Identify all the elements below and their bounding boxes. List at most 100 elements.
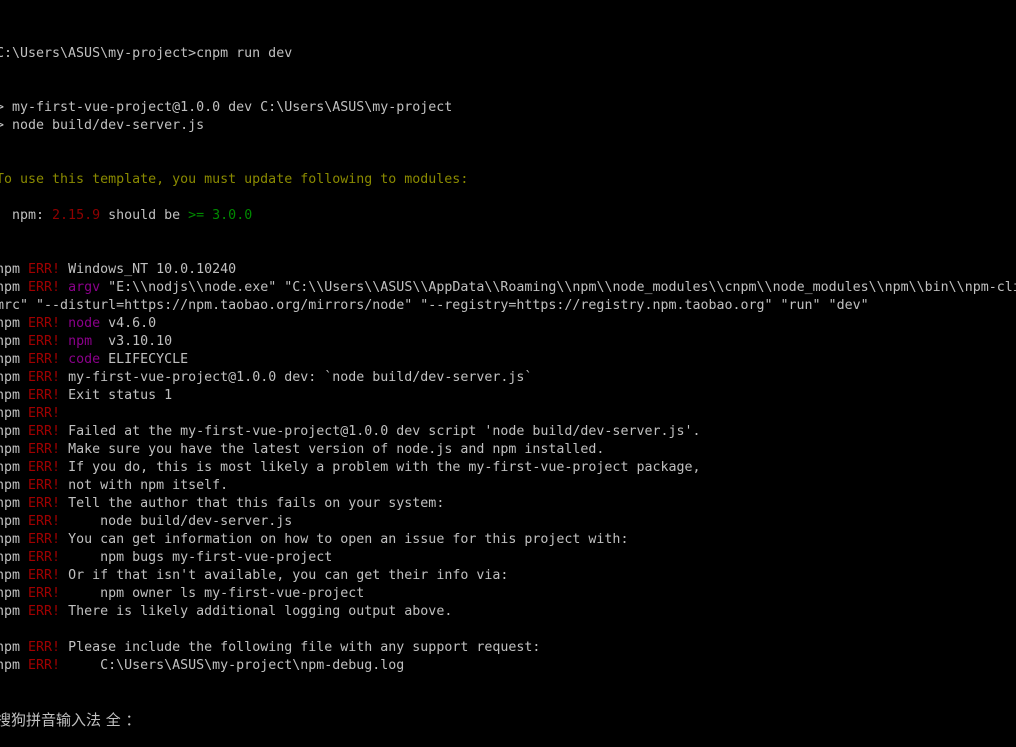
line-text: npm: [0, 586, 21, 601]
line-text: npm: [0, 316, 21, 331]
err-label: ERR!: [28, 370, 61, 385]
terminal-line: npm ERR! Make sure you have the latest v…: [0, 441, 1016, 459]
line-text: >= 3.0.0: [188, 208, 253, 223]
line-text: Exit status 1: [60, 388, 173, 403]
terminal-line: npm: 2.15.9 should be >= 3.0.0: [0, 207, 1016, 225]
line-text: node build/dev-server.js: [60, 514, 293, 529]
line-text: ELIFECYCLE: [100, 352, 189, 367]
terminal-line: mrc" "--disturl=https://npm.taobao.org/m…: [0, 297, 1016, 315]
err-label: ERR!: [28, 460, 61, 475]
line-text: Please include the following file with a…: [60, 640, 541, 655]
terminal-output[interactable]: C:\Users\ASUS\my-project>cnpm run dev > m…: [0, 9, 1016, 747]
line-text: npm: [0, 442, 21, 457]
terminal-line: npm ERR! There is likely additional logg…: [0, 603, 1016, 621]
line-text: npm: [0, 460, 21, 475]
line-text: npm:: [0, 208, 53, 223]
line-text: Or if that isn't available, you can get …: [60, 568, 509, 583]
terminal-line: npm ERR! You can get information on how …: [0, 531, 1016, 549]
terminal-line: npm ERR! npm owner ls my-first-vue-proje…: [0, 585, 1016, 603]
line-text: npm: [68, 334, 93, 349]
line-text: Make sure you have the latest version of…: [60, 442, 605, 457]
line-text: npm: [0, 334, 21, 349]
terminal-lines: C:\Users\ASUS\my-project>cnpm run dev > m…: [0, 45, 1016, 675]
terminal-line: npm ERR! node v4.6.0: [0, 315, 1016, 333]
terminal-line: npm ERR! Windows_NT 10.0.10240: [0, 261, 1016, 279]
line-text: mrc" "--disturl=https://npm.taobao.org/m…: [0, 298, 869, 313]
line-text: "E:\\nodjs\\node.exe" "C:\\Users\\ASUS\\…: [100, 280, 1016, 295]
terminal-line: npm ERR! code ELIFECYCLE: [0, 351, 1016, 369]
terminal-line: npm ERR! Tell the author that this fails…: [0, 495, 1016, 513]
terminal-line: npm ERR! npm bugs my-first-vue-project: [0, 549, 1016, 567]
terminal-line: npm ERR! Exit status 1: [0, 387, 1016, 405]
line-text: [60, 280, 68, 295]
err-label: ERR!: [28, 352, 61, 367]
err-label: ERR!: [28, 604, 61, 619]
line-text: npm: [0, 388, 21, 403]
err-label: ERR!: [28, 496, 61, 511]
terminal-line: npm ERR! C:\Users\ASUS\my-project\npm-de…: [0, 657, 1016, 675]
err-label: ERR!: [28, 586, 61, 601]
terminal-line: npm ERR!: [0, 405, 1016, 423]
line-text: [60, 334, 68, 349]
line-text: npm: [0, 370, 21, 385]
line-text: npm bugs my-first-vue-project: [60, 550, 333, 565]
err-label: ERR!: [28, 424, 61, 439]
line-text: npm: [0, 280, 21, 295]
line-text: npm: [0, 496, 21, 511]
line-text: npm: [0, 352, 21, 367]
terminal-line: npm ERR! node build/dev-server.js: [0, 513, 1016, 531]
line-text: [60, 352, 68, 367]
terminal-line: npm ERR! my-first-vue-project@1.0.0 dev:…: [0, 369, 1016, 387]
line-text: my-first-vue-project@1.0.0 dev: `node bu…: [60, 370, 533, 385]
line-text: npm: [0, 568, 21, 583]
terminal-line: > my-first-vue-project@1.0.0 dev C:\User…: [0, 99, 1016, 117]
line-text: code: [68, 352, 101, 367]
err-label: ERR!: [28, 550, 61, 565]
terminal-line: C:\Users\ASUS\my-project>cnpm run dev: [0, 45, 1016, 63]
err-label: ERR!: [28, 388, 61, 403]
line-text: > my-first-vue-project@1.0.0 dev C:\User…: [0, 100, 453, 115]
err-label: ERR!: [28, 532, 61, 547]
line-text: To use this template, you must update fo…: [0, 172, 469, 187]
line-text: There is likely additional logging outpu…: [60, 604, 453, 619]
line-text: argv: [68, 280, 101, 295]
terminal-line: npm ERR! Please include the following fi…: [0, 639, 1016, 657]
err-label: ERR!: [28, 262, 61, 277]
err-label: ERR!: [28, 316, 61, 331]
err-label: ERR!: [28, 406, 61, 421]
line-text: npm: [0, 514, 21, 529]
err-label: ERR!: [28, 442, 61, 457]
line-text: 2.15.9: [52, 208, 101, 223]
line-text: v4.6.0: [100, 316, 157, 331]
err-label: ERR!: [28, 640, 61, 655]
line-text: Tell the author that this fails on your …: [60, 496, 445, 511]
line-text: > node build/dev-server.js: [0, 118, 205, 133]
line-text: You can get information on how to open a…: [60, 532, 629, 547]
line-text: C:\Users\ASUS\my-project\npm-debug.log: [60, 658, 405, 673]
line-text: should be: [100, 208, 189, 223]
terminal-line: To use this template, you must update fo…: [0, 171, 1016, 189]
line-text: If you do, this is most likely a problem…: [60, 460, 701, 475]
line-text: C:\Users\ASUS\my-project>cnpm run dev: [0, 46, 293, 61]
line-text: node: [68, 316, 101, 331]
line-text: npm: [0, 478, 21, 493]
err-label: ERR!: [28, 658, 61, 673]
err-label: ERR!: [28, 280, 61, 295]
terminal-line: npm ERR! Failed at the my-first-vue-proj…: [0, 423, 1016, 441]
line-text: npm: [0, 550, 21, 565]
line-text: npm: [0, 406, 21, 421]
terminal-line: npm ERR! If you do, this is most likely …: [0, 459, 1016, 477]
terminal-line: npm ERR! argv "E:\\nodjs\\node.exe" "C:\…: [0, 279, 1016, 297]
ime-status-bar: 搜狗拼音输入法 全 ：: [0, 711, 141, 729]
line-text: Failed at the my-first-vue-project@1.0.0…: [60, 424, 701, 439]
err-label: ERR!: [28, 478, 61, 493]
line-text: [60, 316, 68, 331]
terminal-line: > node build/dev-server.js: [0, 117, 1016, 135]
err-label: ERR!: [28, 568, 61, 583]
